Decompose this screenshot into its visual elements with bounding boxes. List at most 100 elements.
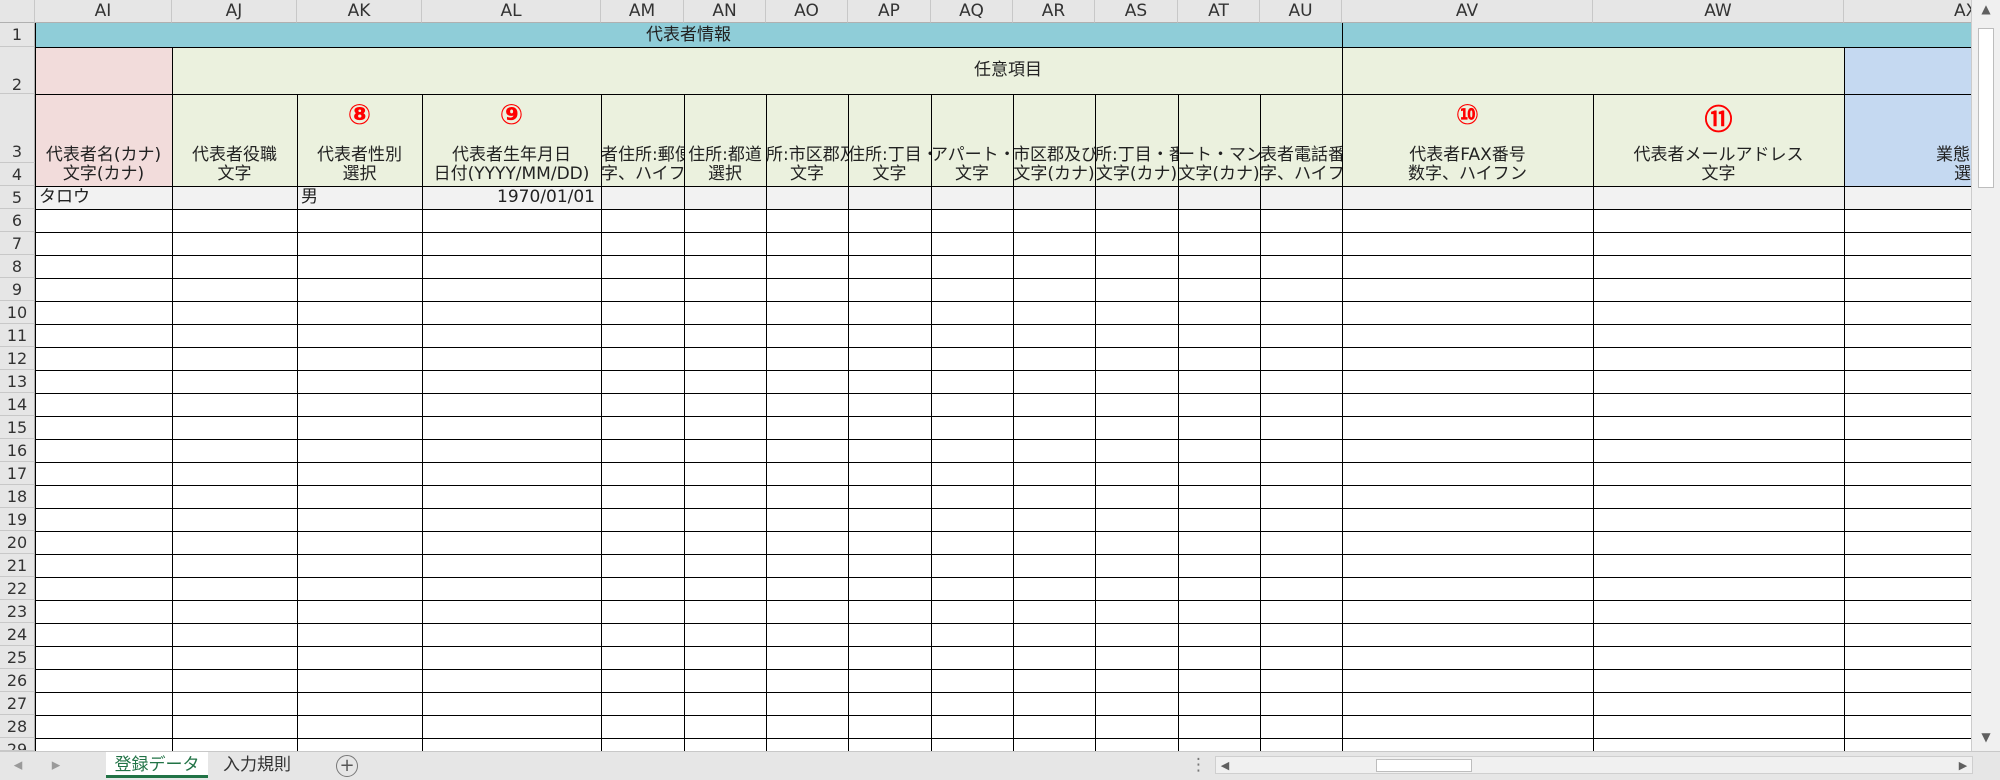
column-header-av[interactable]: AV [1342, 0, 1593, 23]
row-header-9[interactable]: 9 [0, 278, 35, 301]
cell-as4[interactable]: 文字(カナ) [1095, 163, 1178, 186]
row-header-27[interactable]: 27 [0, 692, 35, 715]
column-header-an[interactable]: AN [684, 0, 766, 23]
scroll-up-icon[interactable]: ▲ [1972, 2, 2000, 16]
cell-at4[interactable]: 文字(カナ) [1178, 163, 1260, 186]
column-header-as[interactable]: AS [1095, 0, 1178, 23]
row-header-5[interactable]: 5 [0, 186, 35, 209]
cell-av4[interactable]: 数字、ハイフン [1342, 163, 1593, 186]
scroll-thumb-horizontal[interactable] [1376, 759, 1472, 772]
row-header-16[interactable]: 16 [0, 439, 35, 462]
cell-aq4[interactable]: 文字 [931, 163, 1013, 186]
row-header-28[interactable]: 28 [0, 715, 35, 738]
column-header-am[interactable]: AM [601, 0, 684, 23]
column-header-at[interactable]: AT [1178, 0, 1260, 23]
row-header-20[interactable]: 20 [0, 531, 35, 554]
cell-aw3[interactable]: 代表者メールアドレス [1593, 140, 1844, 165]
column-header-ak[interactable]: AK [297, 0, 422, 23]
cell-au3[interactable]: 表者電話番 [1260, 140, 1342, 165]
row-header-1[interactable]: 1 [0, 23, 35, 47]
cell-al4[interactable]: 日付(YYYY/MM/DD) [422, 163, 601, 186]
cell-ax3[interactable]: 業態 [1844, 140, 1972, 165]
header-group-representative-info[interactable]: 代表者情報 [35, 23, 1342, 47]
row-header-17[interactable]: 17 [0, 462, 35, 485]
column-header-al[interactable]: AL [422, 0, 601, 23]
column-header-aj[interactable]: AJ [172, 0, 297, 23]
cell-ar4[interactable]: 文字(カナ) [1013, 163, 1095, 186]
cell-ak4[interactable]: 選択 [297, 163, 422, 186]
cell-aj3[interactable]: 代表者役職 [172, 140, 297, 165]
cell-ap3[interactable]: 住所:丁目・ [848, 140, 931, 165]
row-header-12[interactable]: 12 [0, 347, 35, 370]
cell-an4[interactable]: 選択 [684, 163, 766, 186]
row-header-8[interactable]: 8 [0, 255, 35, 278]
cell-ai5[interactable]: タロウ [35, 186, 172, 209]
next-sheet-icon[interactable]: ▸ [46, 752, 66, 778]
prev-sheet-icon[interactable]: ◂ [8, 752, 28, 778]
row-header-21[interactable]: 21 [0, 554, 35, 577]
column-header-ao[interactable]: AO [766, 0, 848, 23]
row-header-6[interactable]: 6 [0, 209, 35, 232]
cell-al5[interactable]: 1970/01/01 [422, 186, 601, 209]
column-header-ap[interactable]: AP [848, 0, 931, 23]
vertical-scrollbar[interactable]: ▲ ▼ [1971, 0, 2000, 751]
cell-au4[interactable]: 字、ハイフ [1260, 163, 1342, 186]
add-sheet-button[interactable]: + [336, 755, 358, 777]
row-header-13[interactable]: 13 [0, 370, 35, 393]
cell-ak5[interactable]: 男 [297, 186, 422, 209]
tab-input-rules[interactable]: 入力規則 [208, 752, 306, 778]
column-header-ar[interactable]: AR [1013, 0, 1095, 23]
cell-as3[interactable]: 所:丁目・番 [1095, 140, 1178, 165]
row-header-11[interactable]: 11 [0, 324, 35, 347]
cell-ao3[interactable]: 所:市区郡及 [766, 140, 848, 165]
row-header-18[interactable]: 18 [0, 485, 35, 508]
cell-an3[interactable]: 住所:都道 [684, 140, 766, 165]
cell-aj4[interactable]: 文字 [172, 163, 297, 186]
row-header-4[interactable]: 4 [0, 163, 35, 186]
row-header-23[interactable]: 23 [0, 600, 35, 623]
cell-ak3[interactable]: 代表者性別 [297, 140, 422, 165]
row-header-14[interactable]: 14 [0, 393, 35, 416]
cell-ap4[interactable]: 文字 [848, 163, 931, 186]
row-header-3[interactable]: 3 [0, 94, 35, 163]
cell-ai3[interactable]: 代表者名(カナ) [35, 140, 172, 165]
column-header-au[interactable]: AU [1260, 0, 1342, 23]
column-header-aq[interactable]: AQ [931, 0, 1013, 23]
cell-av3[interactable]: 代表者FAX番号 [1342, 140, 1593, 165]
cell-am4[interactable]: 字、ハイフ [601, 163, 684, 186]
cell-ao4[interactable]: 文字 [766, 163, 848, 186]
cell-am3[interactable]: 者住所:郵便 [601, 140, 684, 165]
row-header-15[interactable]: 15 [0, 416, 35, 439]
row-header-26[interactable]: 26 [0, 669, 35, 692]
scroll-left-icon[interactable]: ◀ [1218, 757, 1232, 775]
cell-at3[interactable]: ート・マン [1178, 140, 1260, 165]
row-header-29[interactable]: 29 [0, 738, 35, 751]
header-group-optional-fields[interactable]: 任意項目 [172, 47, 1844, 94]
row-header-22[interactable]: 22 [0, 577, 35, 600]
row-header-19[interactable]: 19 [0, 508, 35, 531]
tab-registration-data[interactable]: 登録データ [106, 752, 208, 778]
gridline [1342, 23, 1343, 751]
cell-ax4[interactable]: 選 [1844, 163, 1972, 186]
row-header-24[interactable]: 24 [0, 623, 35, 646]
row-header-25[interactable]: 25 [0, 646, 35, 669]
row-header-7[interactable]: 7 [0, 232, 35, 255]
cell-ai4[interactable]: 文字(カナ) [35, 163, 172, 186]
scroll-thumb-vertical[interactable] [1978, 28, 1994, 188]
cell-aq3[interactable]: アパート・マ [931, 140, 1013, 165]
cell-ar3[interactable]: 市区郡及び [1013, 140, 1095, 165]
gridline [35, 738, 1972, 739]
column-header-ax[interactable]: AX [1844, 0, 1972, 23]
scroll-down-icon[interactable]: ▼ [1972, 730, 2000, 744]
scroll-right-icon[interactable]: ▶ [1956, 757, 1970, 775]
horizontal-scrollbar[interactable]: ◀ ▶ [1215, 756, 1973, 774]
more-options-icon[interactable]: ⋮ [1190, 752, 1207, 778]
row-header-2[interactable]: 2 [0, 47, 35, 94]
corner-select-all[interactable] [0, 0, 35, 23]
gridline [601, 94, 602, 751]
column-header-ai[interactable]: AI [35, 0, 172, 23]
row-header-10[interactable]: 10 [0, 301, 35, 324]
cell-aw4[interactable]: 文字 [1593, 163, 1844, 186]
cell-al3[interactable]: 代表者生年月日 [422, 140, 601, 165]
column-header-aw[interactable]: AW [1593, 0, 1844, 23]
